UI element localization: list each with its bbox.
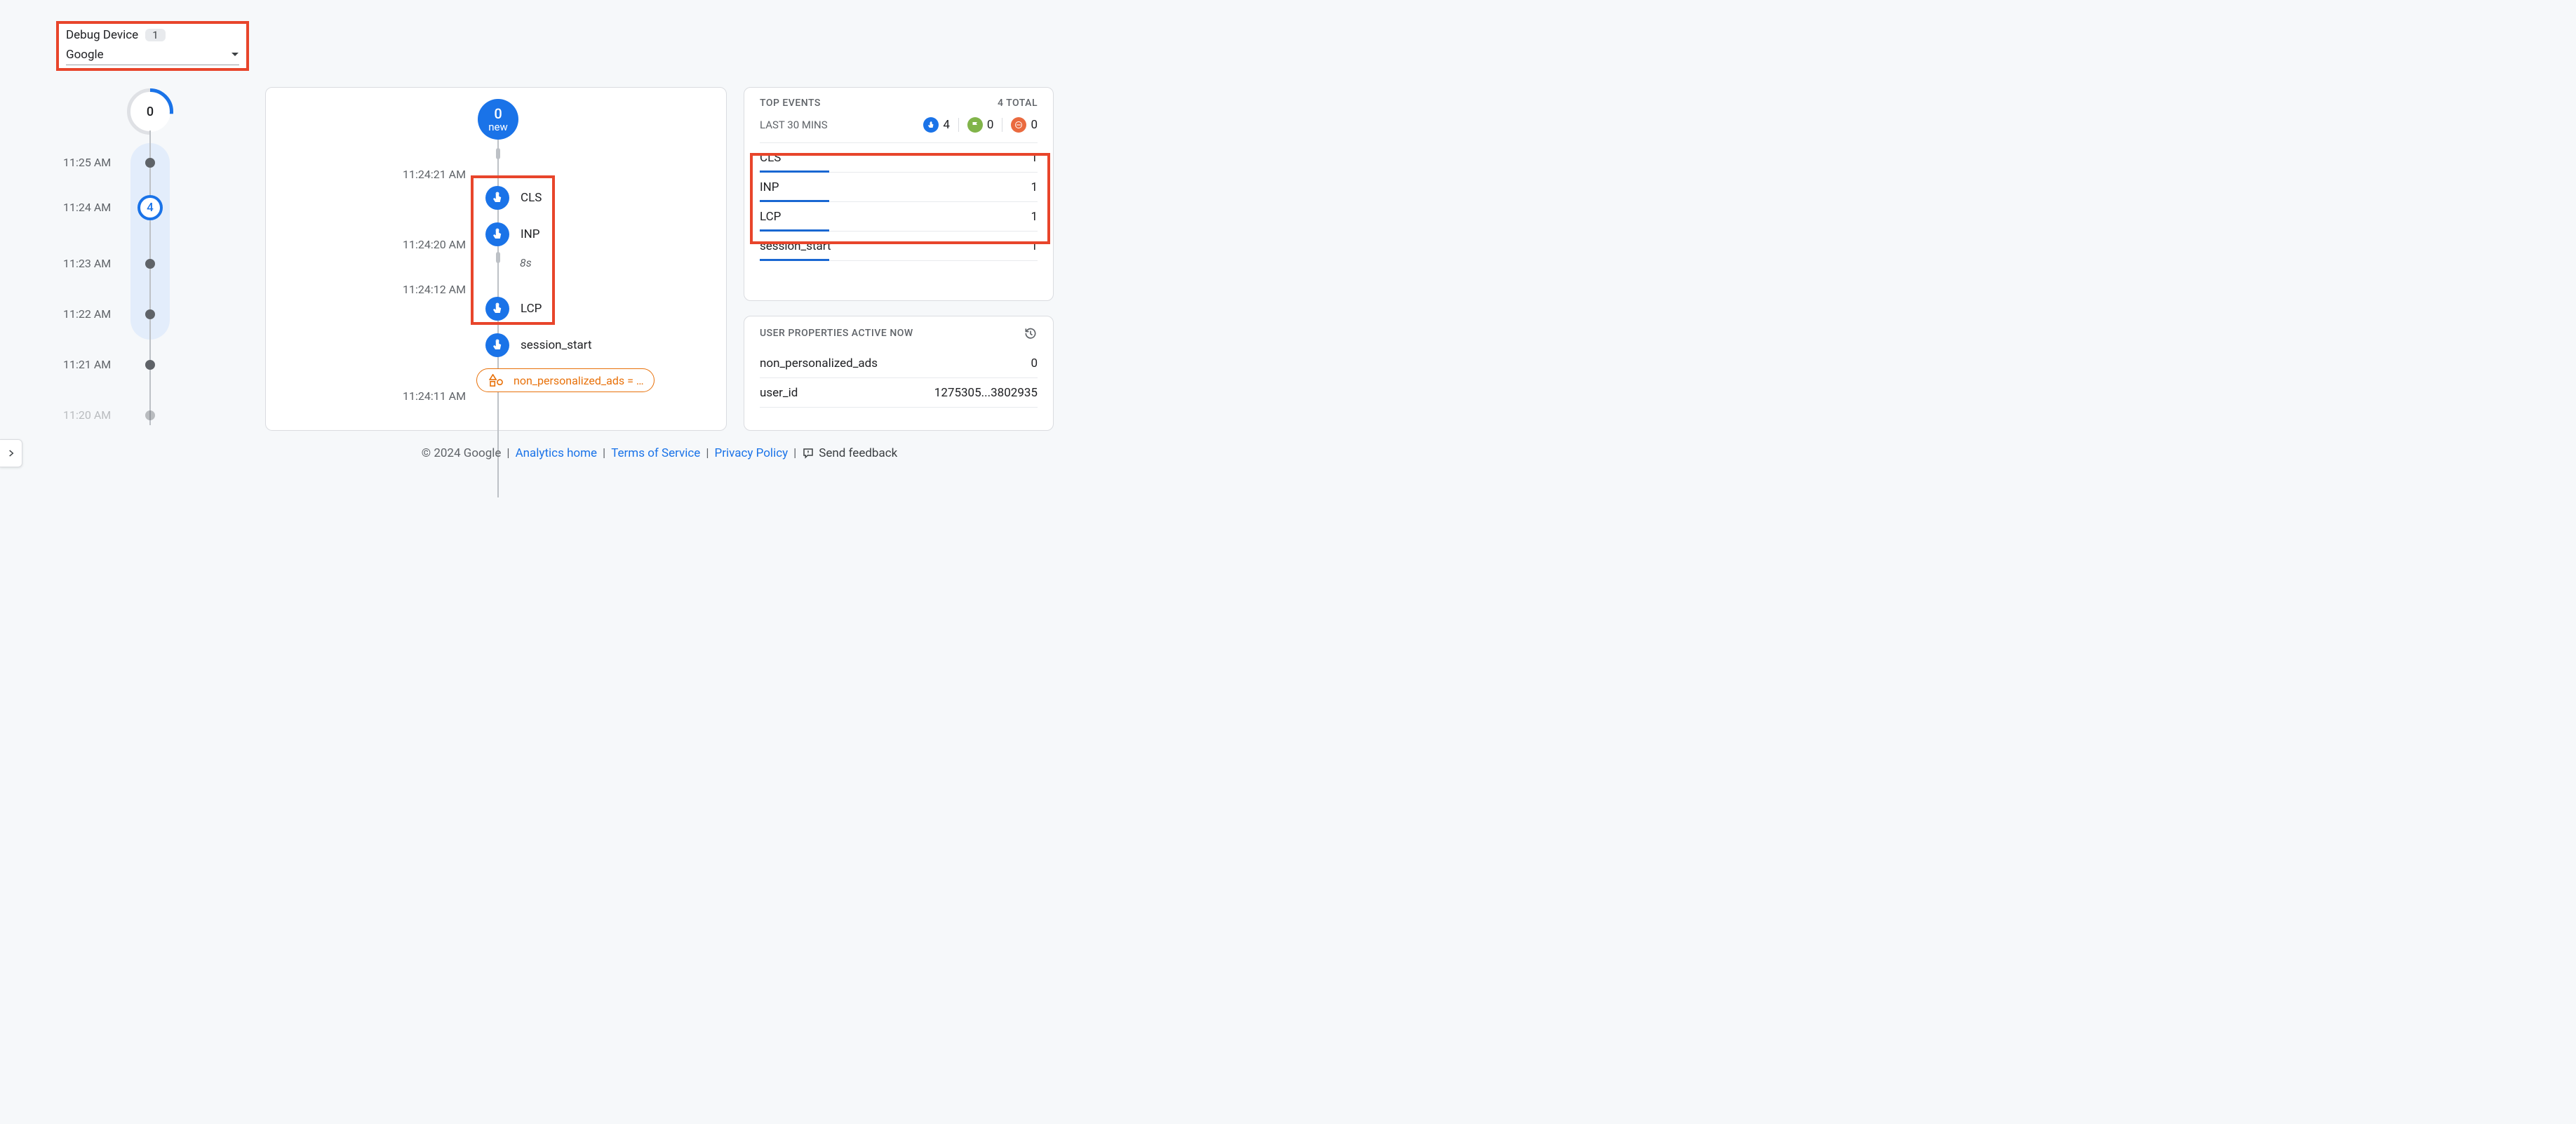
top-event-name: CLS bbox=[760, 151, 781, 165]
user-property-row[interactable]: non_personalized_ads 0 bbox=[760, 349, 1038, 378]
top-event-row[interactable]: session_start 1 bbox=[760, 232, 1038, 261]
seconds-label: 11:24:21 AM bbox=[403, 168, 466, 181]
top-event-row[interactable]: LCP 1 bbox=[760, 202, 1038, 232]
minute-tick-label: 11:24 AM bbox=[63, 201, 111, 214]
stream-event-session-start[interactable]: session_start bbox=[485, 333, 592, 357]
minute-tick-label: 11:20 AM bbox=[63, 408, 111, 422]
top-event-value: 1 bbox=[1031, 151, 1038, 165]
minute-tick-label: 11:22 AM bbox=[63, 307, 111, 321]
minute-tick-label: 11:21 AM bbox=[63, 358, 111, 371]
seconds-label: 11:24:11 AM bbox=[403, 389, 466, 403]
seconds-label: 11:24:12 AM bbox=[403, 283, 466, 296]
minute-radial-current: 0 bbox=[130, 91, 170, 132]
stream-gap-marker bbox=[496, 252, 500, 263]
minute-tick[interactable]: 11:25 AM bbox=[63, 156, 246, 169]
expand-drawer-button[interactable] bbox=[0, 439, 22, 467]
minute-tick-label: 11:23 AM bbox=[63, 257, 111, 270]
chevron-right-icon bbox=[6, 448, 16, 458]
touch-icon bbox=[485, 186, 509, 210]
minute-tick-dot: 4 bbox=[137, 195, 163, 220]
debug-device-title-row: Debug Device 1 bbox=[66, 28, 239, 42]
event-stream-card: 0 new 11:24:21 AM 11:24:20 AM 11:24:12 A… bbox=[265, 87, 727, 431]
stream-event-label: session_start bbox=[521, 338, 592, 352]
page-footer: © 2024 Google | Analytics home | Terms o… bbox=[265, 446, 1054, 460]
stream-event-label: INP bbox=[521, 227, 539, 241]
user-properties-title: USER PROPERTIES ACTIVE NOW bbox=[760, 328, 913, 339]
stream-gap-duration: 8s bbox=[520, 256, 532, 269]
user-property-name: user_id bbox=[760, 386, 798, 400]
top-events-counts: 4 0 0 bbox=[923, 117, 1038, 133]
top-event-value: 1 bbox=[1031, 180, 1038, 194]
history-icon[interactable] bbox=[1024, 326, 1038, 340]
minute-tick[interactable]: 11:22 AM bbox=[63, 307, 246, 321]
user-property-value: 0 bbox=[1031, 356, 1038, 370]
user-properties-card: USER PROPERTIES ACTIVE NOW non_personali… bbox=[744, 316, 1054, 431]
top-event-name: session_start bbox=[760, 239, 831, 253]
top-events-subtitle: LAST 30 MINS bbox=[760, 119, 828, 131]
stream-event-label: LCP bbox=[521, 302, 542, 316]
top-event-value: 1 bbox=[1031, 239, 1038, 253]
minute-tick[interactable]: 11:20 AM bbox=[63, 408, 246, 422]
minute-tick-dot bbox=[145, 158, 155, 168]
new-events-count: 0 bbox=[494, 107, 502, 121]
minute-tick-label: 11:25 AM bbox=[63, 156, 111, 169]
footer-link-tos[interactable]: Terms of Service bbox=[611, 446, 700, 460]
debug-device-count: 1 bbox=[145, 29, 165, 41]
touch-icon bbox=[923, 117, 939, 133]
top-event-bar bbox=[760, 259, 829, 261]
stream-event-lcp[interactable]: LCP bbox=[485, 297, 542, 321]
feedback-icon bbox=[802, 447, 814, 460]
stat-conversions: 0 bbox=[967, 117, 994, 133]
stream-event-label: CLS bbox=[521, 191, 542, 205]
stream-user-property-label: non_personalized_ads = … bbox=[514, 374, 644, 387]
stat-errors: 0 bbox=[1011, 117, 1038, 133]
minute-track-line bbox=[149, 131, 151, 425]
footer-copyright: © 2024 Google bbox=[422, 446, 502, 460]
stream-event-inp[interactable]: INP bbox=[485, 222, 539, 246]
footer-link-privacy[interactable]: Privacy Policy bbox=[714, 446, 788, 460]
touch-icon bbox=[485, 297, 509, 321]
seconds-label: 11:24:20 AM bbox=[403, 238, 466, 251]
top-events-card: TOP EVENTS 4 TOTAL LAST 30 MINS 4 0 bbox=[744, 87, 1054, 301]
touch-icon bbox=[485, 333, 509, 357]
stream-gap-marker bbox=[496, 148, 500, 159]
top-event-row[interactable]: CLS 1 bbox=[760, 143, 1038, 173]
stat-events: 4 bbox=[923, 117, 950, 133]
minute-tick-dot bbox=[145, 259, 155, 269]
error-icon bbox=[1011, 117, 1026, 133]
user-property-value: 1275305...3802935 bbox=[934, 386, 1038, 400]
stream-event-cls[interactable]: CLS bbox=[485, 186, 542, 210]
minute-tick-dot bbox=[145, 410, 155, 420]
top-events-total: 4 TOTAL bbox=[998, 98, 1038, 109]
top-event-row[interactable]: INP 1 bbox=[760, 173, 1038, 202]
minute-radial-value: 0 bbox=[147, 105, 154, 119]
top-event-name: INP bbox=[760, 180, 779, 194]
send-feedback-button[interactable]: Send feedback bbox=[802, 446, 897, 460]
flag-icon bbox=[967, 117, 983, 133]
minute-tick[interactable]: 11:21 AM bbox=[63, 358, 246, 371]
chevron-down-icon bbox=[231, 52, 239, 58]
debug-device-selector: Debug Device 1 Google bbox=[56, 21, 249, 71]
touch-icon bbox=[485, 222, 509, 246]
minute-tick[interactable]: 11:24 AM 4 bbox=[63, 201, 246, 214]
debug-device-selected: Google bbox=[66, 48, 104, 62]
new-events-label: new bbox=[488, 122, 508, 133]
minute-tick-dot bbox=[145, 309, 155, 319]
top-event-value: 1 bbox=[1031, 210, 1038, 224]
stream-user-property-chip[interactable]: non_personalized_ads = … bbox=[476, 368, 655, 392]
minute-tick-dot bbox=[145, 360, 155, 370]
minute-tick[interactable]: 11:23 AM bbox=[63, 257, 246, 270]
top-events-title: TOP EVENTS bbox=[760, 98, 821, 109]
debug-device-title: Debug Device bbox=[66, 28, 138, 42]
user-property-row[interactable]: user_id 1275305...3802935 bbox=[760, 378, 1038, 408]
debug-device-dropdown[interactable]: Google bbox=[66, 48, 239, 65]
shapes-icon bbox=[487, 373, 507, 387]
top-event-name: LCP bbox=[760, 210, 781, 224]
footer-link-analytics-home[interactable]: Analytics home bbox=[516, 446, 597, 460]
new-events-bubble[interactable]: 0 new bbox=[478, 99, 518, 140]
user-property-name: non_personalized_ads bbox=[760, 356, 878, 370]
